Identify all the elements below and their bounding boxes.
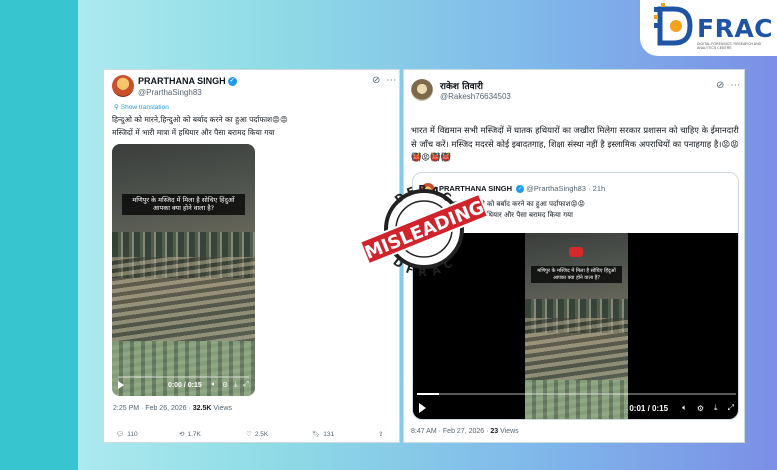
author-name[interactable]: राकेश तिवारी (440, 79, 483, 92)
video-caption: मणिपुर के मस्जिद में मिला है सोचिए हिंदु… (122, 194, 245, 215)
avatar[interactable] (112, 75, 134, 97)
verified-badge-icon: ✓ (227, 77, 237, 87)
reply-icon: 💬︎ (116, 431, 125, 438)
background-stripe (0, 0, 78, 470)
like-button[interactable]: ♡ 2.5K (246, 430, 312, 439)
tweet-timestamp[interactable]: 2:25 PM · Feb 26, 2026 · 32.5K Views (113, 405, 232, 412)
share-icon: ⇪ (378, 431, 384, 438)
brand-name: FRAC (697, 14, 774, 43)
bookmark-icon: 🔖︎ (312, 431, 321, 438)
volume-icon[interactable]: 🔈︎ (682, 403, 687, 413)
settings-icon[interactable]: ⚙︎ (697, 404, 704, 413)
repost-icon: ⟲ (179, 431, 185, 438)
video-caption: मणिपुर के मस्जिद में मिला है सोचिए हिंदु… (531, 266, 622, 283)
views-count: 23 (490, 428, 499, 435)
volume-icon[interactable]: 🔈︎ (212, 381, 216, 389)
more-options-icon[interactable]: ⋯ (386, 75, 396, 86)
bookmark-button[interactable]: 🔖︎ 131 (312, 430, 378, 439)
brand-tagline: DIGITAL FORENSICS, RESEARCH AND ANALYTIC… (697, 42, 762, 50)
grok-icon[interactable]: ⊘ (372, 75, 380, 86)
fullscreen-icon[interactable]: ⤢ (243, 381, 249, 389)
translate-icon: ⚲ (114, 104, 119, 111)
reply-button[interactable]: 💬︎ 110 (116, 430, 179, 439)
settings-icon[interactable]: ⚙︎ (222, 381, 228, 389)
author-name[interactable]: PRARTHANA SINGH ✓ (138, 76, 237, 87)
play-icon[interactable] (419, 403, 426, 413)
play-icon[interactable] (118, 381, 124, 389)
grok-icon[interactable]: ⊘ (716, 80, 724, 91)
video-progress-bar[interactable] (417, 393, 736, 395)
tweet-text-line: मस्जिदों में भारी मात्रा में हथियार और प… (112, 128, 275, 137)
video-time: 0:01 / 0:15 (629, 403, 669, 413)
dfrac-logo-icon (654, 3, 693, 46)
download-icon[interactable]: ⤓ (714, 403, 718, 413)
quoted-age: 21h (592, 184, 606, 193)
repost-button[interactable]: ⟲ 1.7K (179, 430, 246, 439)
avatar[interactable] (411, 79, 433, 101)
tweet-text: भारत में विद्यमान सभी मस्जिदों में घातक … (411, 125, 739, 162)
more-options-icon[interactable]: ⋯ (730, 80, 740, 91)
share-button[interactable]: ⇪ (378, 430, 383, 438)
video-player[interactable]: मणिपुर के मस्जिद में मिला है सोचिए हिंदु… (525, 233, 628, 419)
video-progress-fill (417, 393, 440, 395)
author-handle[interactable]: @Rakesh76634503 (440, 92, 511, 101)
tweet-text-line: हिन्दुओ को मारने,हिन्दुओ को बर्बाद करने … (112, 115, 288, 124)
author-handle[interactable]: @PrarthaSingh83 (138, 88, 202, 97)
fullscreen-icon[interactable]: ⤢ (728, 403, 734, 413)
youtube-play-icon (569, 247, 583, 257)
tweet-timestamp[interactable]: 8:47 AM · Feb 27, 2026 · 23 Views (411, 428, 519, 435)
tweet-text: हिन्दुओ को मारने,हिन्दुओ को बर्बाद करने … (112, 113, 392, 139)
video-time: 0:00 / 0:15 (167, 381, 202, 389)
views-count: 32.5K (192, 405, 212, 412)
video-player[interactable]: मणिपुर के मस्जिद में मिला है सोचिए हिंदु… (112, 144, 255, 396)
quoted-handle: @PrarthaSingh83 (526, 184, 586, 193)
show-translation-link[interactable]: ⚲ Show translation (114, 103, 169, 112)
download-icon[interactable]: ⤓ (234, 381, 237, 389)
misleading-stamp: DFRAC DFRAC MISLEADING (358, 183, 490, 279)
tweet-actions: 💬︎ 110 ⟲ 1.7K ♡ 2.5K 🔖︎ 131 ⇪ (116, 430, 396, 439)
heart-icon: ♡ (246, 431, 252, 438)
verified-badge-icon: ✓ (516, 185, 525, 194)
